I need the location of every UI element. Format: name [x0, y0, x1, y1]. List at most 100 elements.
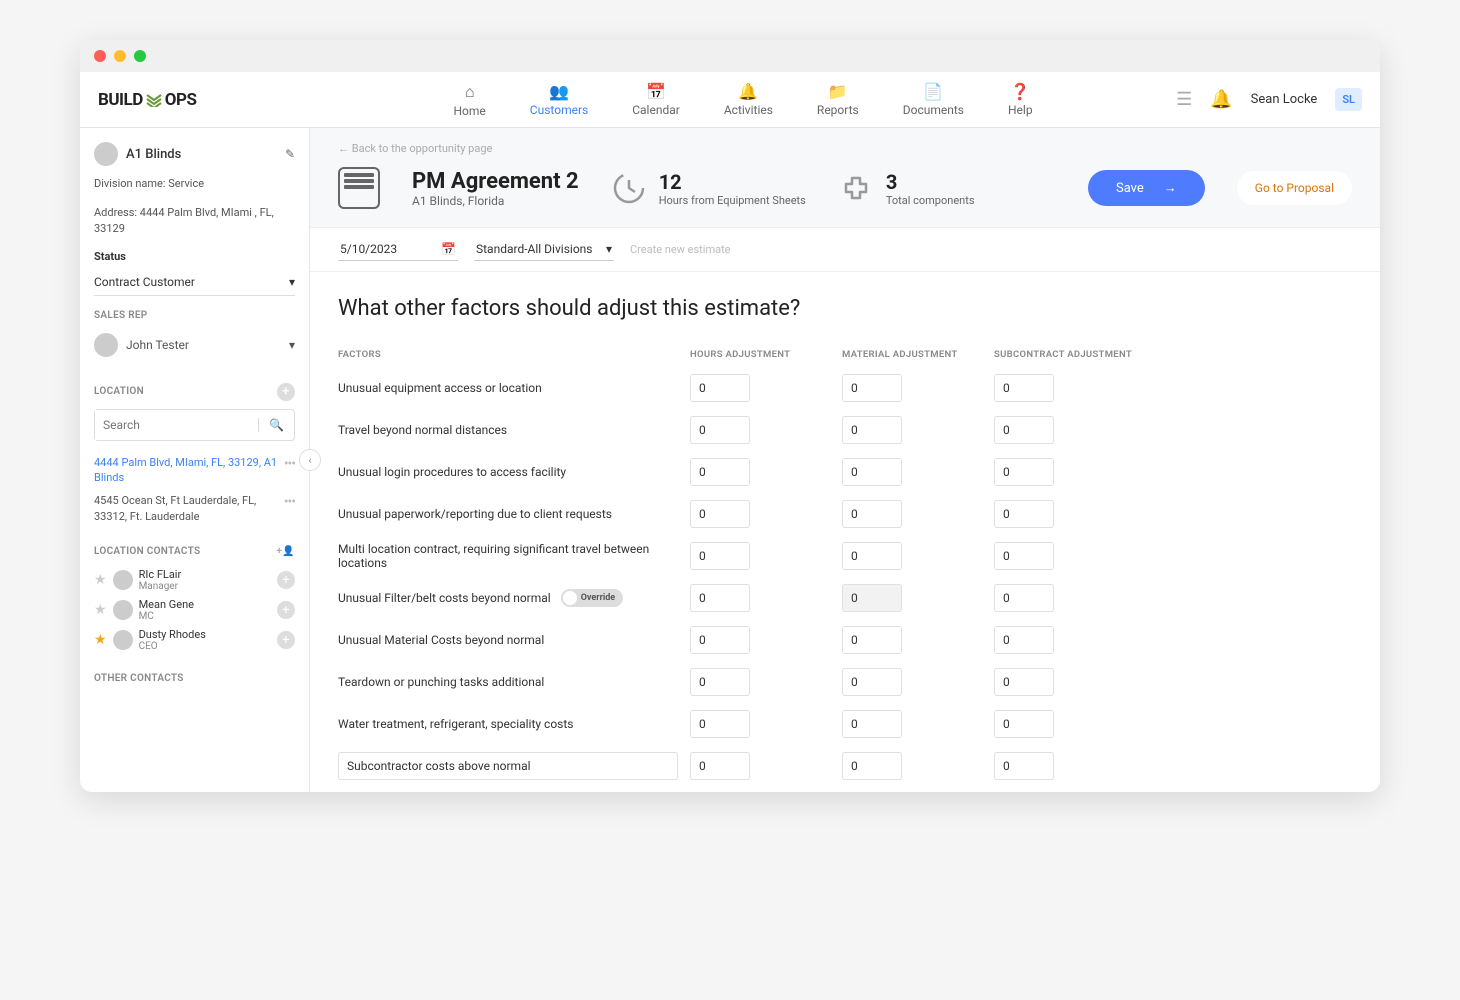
nav-label: Reports [817, 103, 859, 117]
location-item[interactable]: 4545 Ocean St, Ft Lauderdale, FL, 33312,… [94, 489, 295, 528]
contact-row[interactable]: ★ Dusty Rhodes CEO + [94, 625, 295, 655]
agreement-icon [338, 167, 380, 209]
hours-adjustment-input[interactable] [690, 626, 750, 654]
col-hours: HOURS ADJUSTMENT [690, 349, 830, 360]
material-adjustment-input[interactable] [842, 542, 902, 570]
star-icon[interactable]: ★ [94, 602, 107, 618]
hours-adjustment-input[interactable] [690, 752, 750, 780]
add-icon[interactable]: + [277, 631, 295, 649]
search-icon[interactable]: 🔍 [258, 418, 294, 432]
contact-row[interactable]: ★ Mean Gene MC + [94, 595, 295, 625]
nav-calendar[interactable]: 📅Calendar [614, 74, 698, 126]
factor-label: Water treatment, refrigerant, speciality… [338, 717, 678, 731]
add-contact-icon[interactable]: +👤 [276, 546, 295, 557]
material-adjustment-input[interactable] [842, 710, 902, 738]
factor-label: Unusual paperwork/reporting due to clien… [338, 507, 678, 521]
list-view-icon[interactable]: ☰ [1176, 89, 1192, 110]
topbar: BUILD OPS ⌂Home👥Customers📅Calendar🔔Activ… [80, 72, 1380, 128]
material-adjustment-input[interactable] [842, 752, 902, 780]
hours-adjustment-input[interactable] [690, 542, 750, 570]
more-icon[interactable]: ••• [284, 493, 295, 524]
rep-avatar-icon [94, 333, 118, 357]
factor-label: Unusual equipment access or location [338, 381, 678, 395]
customer-header: A1 Blinds [94, 142, 181, 166]
material-adjustment-input[interactable] [842, 584, 902, 612]
sub-adjustment-input[interactable] [994, 458, 1054, 486]
star-icon[interactable]: ★ [94, 572, 107, 588]
hours-icon [611, 170, 647, 206]
location-search-input[interactable] [95, 410, 258, 440]
window-maximize[interactable] [134, 50, 146, 62]
nav-home[interactable]: ⌂ Home [436, 74, 504, 126]
contact-role: Manager [139, 581, 271, 592]
date-picker[interactable]: 5/10/2023 📅 [338, 238, 458, 261]
sub-adjustment-input[interactable] [994, 500, 1054, 528]
sub-adjustment-input[interactable] [994, 542, 1054, 570]
notifications-icon[interactable]: 🔔 [1210, 89, 1232, 110]
contact-row[interactable]: ★ RIc FLair Manager + [94, 565, 295, 595]
sales-rep-select[interactable]: John Tester ▾ [94, 329, 295, 361]
nav-reports[interactable]: 📁Reports [799, 74, 877, 126]
sidebar-collapse-button[interactable]: ‹ [299, 449, 321, 471]
window-close[interactable] [94, 50, 106, 62]
nav-help[interactable]: ❓Help [990, 74, 1051, 126]
status-select[interactable]: Contract Customer ▾ [94, 269, 295, 296]
arrow-right-icon: → [1164, 180, 1177, 196]
location-label: LOCATION [94, 386, 144, 397]
window-minimize[interactable] [114, 50, 126, 62]
factor-name-input[interactable] [338, 752, 678, 780]
sub-adjustment-input[interactable] [994, 626, 1054, 654]
factor-label: Travel beyond normal distances [338, 423, 678, 437]
status-label: Status [94, 250, 295, 263]
nav-label: Home [454, 104, 486, 118]
go-to-proposal-button[interactable]: Go to Proposal [1237, 171, 1352, 205]
sidebar: A1 Blinds ✎ Division name: Service Addre… [80, 128, 310, 792]
add-icon[interactable]: + [277, 601, 295, 619]
nav-label: Documents [903, 103, 964, 117]
hours-adjustment-input[interactable] [690, 458, 750, 486]
hours-adjustment-input[interactable] [690, 710, 750, 738]
user-avatar-badge[interactable]: SL [1335, 88, 1362, 111]
material-adjustment-input[interactable] [842, 668, 902, 696]
sub-adjustment-input[interactable] [994, 374, 1054, 402]
sub-adjustment-input[interactable] [994, 416, 1054, 444]
sub-adjustment-input[interactable] [994, 710, 1054, 738]
nav-customers[interactable]: 👥Customers [512, 74, 606, 126]
override-toggle[interactable]: Override [561, 589, 623, 607]
documents-icon: 📄 [923, 82, 943, 101]
customer-address: Address: 4444 Palm Blvd, MIami , FL, 331… [94, 205, 295, 238]
create-estimate-link[interactable]: Create new estimate [630, 243, 731, 256]
hours-adjustment-input[interactable] [690, 416, 750, 444]
nav-documents[interactable]: 📄 Documents [885, 74, 982, 126]
division-select[interactable]: Standard-All Divisions ▾ [474, 238, 614, 261]
back-link[interactable]: ← Back to the opportunity page [310, 128, 1380, 161]
hours-adjustment-input[interactable] [690, 668, 750, 696]
material-adjustment-input[interactable] [842, 626, 902, 654]
sub-adjustment-input[interactable] [994, 752, 1054, 780]
hours-adjustment-input[interactable] [690, 374, 750, 402]
sub-adjustment-input[interactable] [994, 584, 1054, 612]
hours-adjustment-input[interactable] [690, 500, 750, 528]
sub-adjustment-input[interactable] [994, 668, 1054, 696]
contact-avatar-icon [113, 630, 133, 650]
edit-icon[interactable]: ✎ [285, 147, 295, 161]
nav-label: Help [1008, 103, 1033, 117]
material-adjustment-input[interactable] [842, 416, 902, 444]
more-icon[interactable]: ••• [284, 455, 295, 486]
save-button[interactable]: Save → [1088, 170, 1205, 206]
add-location-button[interactable]: + [277, 383, 295, 401]
nav-activities[interactable]: 🔔Activities [706, 74, 791, 126]
hours-adjustment-input[interactable] [690, 584, 750, 612]
home-icon: ⌂ [465, 82, 475, 102]
col-subcontract: SUBCONTRACT ADJUSTMENT [994, 349, 1134, 360]
material-adjustment-input[interactable] [842, 458, 902, 486]
col-factors: FACTORS [338, 349, 678, 360]
material-adjustment-input[interactable] [842, 500, 902, 528]
location-item[interactable]: 4444 Palm Blvd, MIami, FL, 33129, A1 Bli… [94, 451, 295, 490]
section-title: What other factors should adjust this es… [338, 296, 1352, 321]
star-icon[interactable]: ★ [94, 632, 107, 648]
main-content: ← Back to the opportunity page PM Agreem… [310, 128, 1380, 792]
material-adjustment-input[interactable] [842, 374, 902, 402]
add-icon[interactable]: + [277, 571, 295, 589]
other-contacts-label: OTHER CONTACTS [94, 673, 295, 684]
